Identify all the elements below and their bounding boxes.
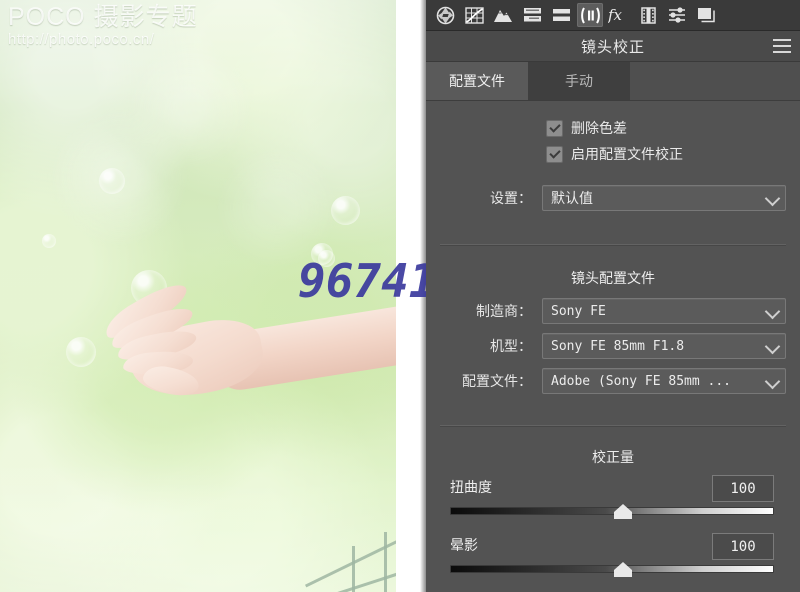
bubble [331, 196, 360, 225]
setup-value: 默认值 [551, 190, 593, 206]
slider-value[interactable]: 100 [712, 475, 774, 502]
panel-tabs: 配置文件 手动 [426, 62, 800, 101]
profile-label: 配置文件： [462, 373, 532, 389]
tab-profile-label: 配置文件 [449, 73, 505, 89]
profile-value: Adobe (Sony FE 85mm ... [551, 373, 732, 389]
watermark-url: http://photo.poco.cn/ [8, 31, 155, 48]
slider-value[interactable]: 100 [712, 533, 774, 560]
model-label: 机型： [490, 338, 532, 354]
checkbox-remove-chromatic-aberration[interactable]: 删除色差 [546, 115, 786, 141]
presets-sliders-icon[interactable] [664, 3, 690, 27]
slider-label: 扭曲度 [450, 479, 492, 495]
split-toning-icon[interactable] [548, 3, 574, 27]
panel-title-bar: 镜头校正 [426, 31, 800, 62]
profile-dropdown[interactable]: Adobe (Sony FE 85mm ... [542, 368, 786, 394]
chevron-down-icon [764, 338, 781, 355]
tone-curve-grid-icon[interactable] [461, 3, 487, 27]
checkbox-label: 删除色差 [571, 120, 627, 136]
effects-fx-icon[interactable]: fx [606, 3, 632, 27]
checkbox-icon[interactable] [546, 119, 563, 137]
make-label: 制造商： [476, 303, 532, 319]
profile-field: 配置文件： Adobe (Sony FE 85mm ... [440, 368, 786, 394]
chevron-down-icon [764, 373, 781, 390]
slider-label: 晕影 [450, 537, 478, 553]
lens-profile-section-title: 镜头配置文件 [571, 270, 655, 286]
divider [440, 244, 786, 246]
setup-dropdown[interactable]: 默认值 [542, 185, 786, 211]
bubble [42, 234, 56, 248]
hsl-gray-sliders-icon[interactable] [519, 3, 545, 27]
snapshots-layers-icon[interactable] [693, 3, 719, 27]
slider-track[interactable] [450, 507, 774, 515]
panel-toolbar: fx [426, 0, 800, 31]
model-value: Sony FE 85mm F1.8 [551, 338, 685, 354]
checkbox-icon[interactable] [546, 145, 563, 163]
slider-track[interactable] [450, 565, 774, 573]
chevron-down-icon [764, 190, 781, 207]
camera-calibration-film-icon[interactable] [635, 3, 661, 27]
screenshot-root: POCO 摄影专题 http://photo.poco.cn/ 967418 f… [0, 0, 800, 592]
hand-subject [95, 276, 396, 440]
hamburger-menu-icon[interactable] [773, 39, 791, 53]
basic-aperture-icon[interactable] [432, 3, 458, 27]
chevron-down-icon [764, 303, 781, 320]
slider-vignetting[interactable]: 晕影 100 [440, 533, 786, 581]
tab-profile[interactable]: 配置文件 [426, 62, 528, 100]
lens-correction-panel: fx 镜头校正 配置文件 手动 删除色差 启用配置文件校正 设置： 默认值 镜头… [426, 0, 800, 592]
detail-mountain-icon[interactable] [490, 3, 516, 27]
setup-field: 设置： 默认值 [440, 185, 786, 211]
tab-manual[interactable]: 手动 [528, 62, 630, 100]
slider-thumb[interactable] [614, 504, 632, 520]
slider-thumb[interactable] [614, 562, 632, 578]
setup-label: 设置： [490, 190, 532, 206]
make-dropdown[interactable]: Sony FE [542, 298, 786, 324]
model-field: 机型： Sony FE 85mm F1.8 [440, 333, 786, 359]
checkbox-enable-profile-corrections[interactable]: 启用配置文件校正 [546, 141, 786, 167]
correction-amount-section-title: 校正量 [592, 449, 634, 465]
divider [440, 425, 786, 427]
slider-distortion[interactable]: 扭曲度 100 [440, 475, 786, 523]
tab-filler [630, 62, 800, 100]
make-value: Sony FE [551, 303, 606, 319]
bubble [66, 337, 96, 367]
bubble [99, 168, 125, 194]
watermark-brand: POCO 摄影专题 [8, 3, 198, 31]
lens-correction-icon[interactable] [577, 3, 603, 27]
model-dropdown[interactable]: Sony FE 85mm F1.8 [542, 333, 786, 359]
panel-body: 删除色差 启用配置文件校正 设置： 默认值 镜头配置文件 制造商： Sony F… [426, 101, 800, 581]
svg-text:fx: fx [608, 6, 623, 24]
tab-manual-label: 手动 [565, 73, 593, 89]
checkbox-label: 启用配置文件校正 [571, 146, 683, 162]
watermark: POCO 摄影专题 http://photo.poco.cn/ [8, 4, 198, 49]
page-title: 镜头校正 [580, 38, 645, 56]
railing [300, 524, 396, 592]
make-field: 制造商： Sony FE [440, 298, 786, 324]
